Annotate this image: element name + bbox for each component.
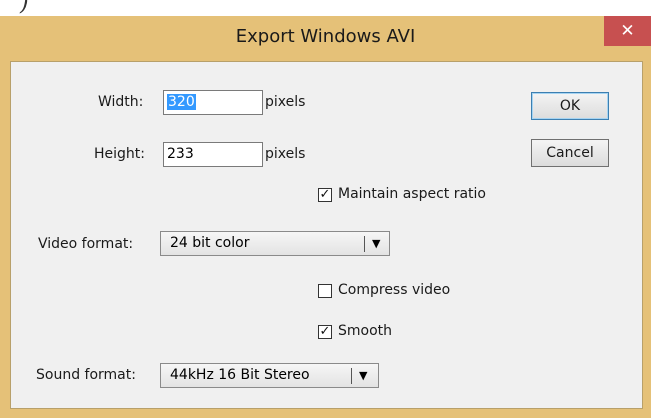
compress-video-checkbox[interactable] bbox=[318, 284, 332, 298]
title-bar[interactable]: Export Windows AVI ✕ bbox=[0, 16, 651, 60]
maintain-aspect-label[interactable]: Maintain aspect ratio bbox=[338, 186, 486, 202]
check-icon: ✓ bbox=[319, 324, 331, 339]
background-text-fragment: ) bbox=[20, 0, 29, 16]
width-input-value: 320 bbox=[167, 94, 196, 110]
check-icon: ✓ bbox=[319, 187, 331, 202]
height-label: Height: bbox=[94, 146, 145, 162]
smooth-label[interactable]: Smooth bbox=[338, 323, 392, 339]
close-icon: ✕ bbox=[620, 21, 635, 41]
dialog-body: Width: 320 pixels Height: 233 pixels OK … bbox=[10, 61, 643, 409]
background-strip: ) bbox=[0, 0, 651, 16]
video-format-label: Video format: bbox=[38, 236, 134, 252]
export-avi-dialog: Export Windows AVI ✕ Width: 320 pixels H… bbox=[0, 16, 651, 418]
close-button[interactable]: ✕ bbox=[604, 16, 651, 46]
height-unit-label: pixels bbox=[265, 146, 306, 162]
chevron-down-icon: ▼ bbox=[372, 237, 381, 250]
cancel-button[interactable]: Cancel bbox=[531, 139, 609, 167]
compress-video-label[interactable]: Compress video bbox=[338, 282, 450, 298]
width-label: Width: bbox=[98, 94, 144, 110]
height-input[interactable]: 233 bbox=[163, 142, 263, 167]
dialog-title: Export Windows AVI bbox=[235, 26, 416, 47]
height-input-value: 233 bbox=[167, 146, 194, 162]
width-input[interactable]: 320 bbox=[163, 90, 263, 115]
maintain-aspect-checkbox[interactable]: ✓ bbox=[318, 188, 332, 202]
smooth-checkbox[interactable]: ✓ bbox=[318, 325, 332, 339]
select-divider bbox=[351, 368, 352, 384]
sound-format-label: Sound format: bbox=[36, 367, 136, 383]
video-format-select[interactable]: 24 bit color ▼ bbox=[160, 231, 390, 256]
sound-format-select[interactable]: 44kHz 16 Bit Stereo ▼ bbox=[160, 363, 379, 388]
video-format-value: 24 bit color bbox=[170, 235, 250, 251]
width-unit-label: pixels bbox=[265, 94, 306, 110]
sound-format-value: 44kHz 16 Bit Stereo bbox=[170, 367, 310, 383]
select-divider bbox=[364, 236, 365, 252]
chevron-down-icon: ▼ bbox=[359, 369, 368, 382]
ok-button[interactable]: OK bbox=[531, 92, 609, 120]
